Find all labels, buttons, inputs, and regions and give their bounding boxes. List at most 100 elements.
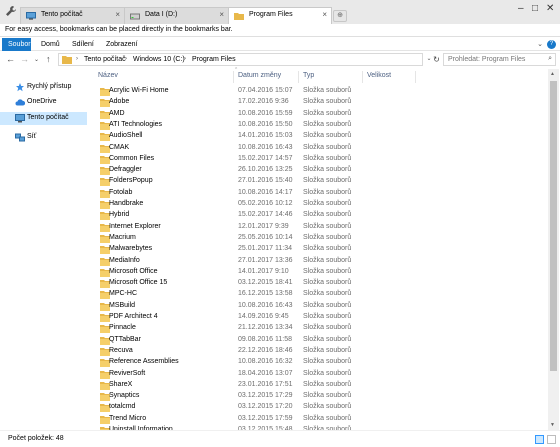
file-row[interactable]: Trend Micro 03.12.2015 17:59 Složka soubor…: [95, 414, 545, 425]
ribbon-tab-file[interactable]: Soubor: [2, 38, 31, 51]
breadcrumb-chevron-icon[interactable]: ›: [76, 56, 78, 62]
file-date: 16.12.2015 13:58: [238, 290, 293, 298]
file-row[interactable]: QTTabBar 09.08.2016 11:58 Složka souborů: [95, 335, 545, 346]
address-bar[interactable]: › Tento počítač › Windows 10 (C:) › Prog…: [58, 53, 423, 66]
file-row[interactable]: AMD 10.08.2016 15:59 Složka souborů: [95, 109, 545, 120]
chevron-down-icon[interactable]: ⌄: [537, 40, 543, 48]
recent-dropdown-icon[interactable]: ⌄: [34, 56, 39, 63]
refresh-icon[interactable]: ↻: [431, 53, 442, 66]
file-row[interactable]: ReviverSoft 18.04.2016 13:07 Složka soubor…: [95, 369, 545, 380]
close-icon[interactable]: ×: [322, 10, 327, 19]
file-type: Složka souborů: [303, 200, 352, 207]
file-row[interactable]: totalcmd 03.12.2015 17:20 Složka souborů: [95, 402, 545, 413]
file-row[interactable]: FoldersPopup 27.01.2016 15:40 Složka soubo…: [95, 176, 545, 187]
nav-item-label: Tento počítač: [27, 114, 69, 121]
column-divider[interactable]: [298, 71, 299, 83]
file-row[interactable]: AudioShell 14.01.2016 15:03 Složka souborů: [95, 131, 545, 142]
maximize-icon[interactable]: □: [532, 3, 538, 14]
file-row[interactable]: Adobe 17.02.2016 9:36 Složka souborů: [95, 97, 545, 108]
file-row[interactable]: MSBuild 10.08.2016 16:43 Složka souborů: [95, 301, 545, 312]
file-date: 26.10.2016 13:25: [238, 166, 293, 174]
search-input[interactable]: Prohledat: Program Files ⌕: [443, 53, 556, 66]
file-row[interactable]: Hybrid 15.02.2017 14:46 Složka souborů: [95, 210, 545, 221]
file-name: PDF Architect 4: [109, 313, 158, 320]
nav-item-quick-access[interactable]: Rychlý přístup: [0, 81, 87, 94]
file-row[interactable]: ShareX 23.01.2016 17:51 Složka souborů: [95, 380, 545, 391]
ribbon-tab-home[interactable]: Domů: [35, 38, 66, 51]
column-divider[interactable]: [415, 71, 416, 83]
close-icon[interactable]: ×: [115, 10, 120, 19]
tab-this-pc[interactable]: Tento počítač ×: [20, 7, 125, 24]
up-arrow-icon[interactable]: ↑: [46, 54, 51, 64]
breadcrumb-chevron-icon[interactable]: ›: [184, 56, 186, 62]
large-icons-view-icon[interactable]: [547, 435, 556, 444]
file-row[interactable]: Fotolab 10.08.2016 14:17 Složka souborů: [95, 188, 545, 199]
ribbon-tab-share[interactable]: Sdílení: [66, 38, 100, 51]
nav-item-onedrive[interactable]: OneDrive: [0, 96, 87, 109]
file-date: 15.02.2017 14:46: [238, 211, 293, 219]
forward-arrow-icon[interactable]: →: [20, 54, 29, 64]
column-header-name[interactable]: Název: [98, 72, 118, 79]
column-header-date[interactable]: Datum změny: [238, 72, 281, 79]
nav-item-label: OneDrive: [27, 98, 57, 105]
back-arrow-icon[interactable]: ←: [6, 54, 15, 64]
file-date: 14.01.2016 15:03: [238, 132, 293, 140]
file-row[interactable]: Pinnacle 21.12.2016 13:34 Složka souborů: [95, 323, 545, 334]
cloud-icon: [15, 98, 26, 107]
file-row[interactable]: PDF Architect 4 14.09.2016 9:45 Složka sou…: [95, 312, 545, 323]
file-row[interactable]: Common Files 15.02.2017 14:57 Složka soubo…: [95, 154, 545, 165]
close-window-icon[interactable]: ✕: [546, 3, 554, 14]
close-icon[interactable]: ×: [219, 10, 224, 19]
ribbon-tab-view[interactable]: Zobrazení: [100, 38, 144, 51]
navigation-pane: Rychlý přístup OneDrive Tento počítač Sí…: [0, 69, 91, 430]
minimize-icon[interactable]: –: [518, 3, 524, 14]
nav-item-this-pc[interactable]: Tento počítač: [0, 112, 87, 125]
tab-program-files[interactable]: Program Files ×: [228, 7, 332, 24]
column-divider[interactable]: [233, 71, 234, 83]
file-name: Defraggler: [109, 166, 142, 174]
file-name: Internet Explorer: [109, 222, 161, 230]
file-row[interactable]: Macrium 25.05.2016 10:14 Složka souborů: [95, 233, 545, 244]
file-type: Složka souborů: [303, 87, 352, 94]
nav-item-network[interactable]: Síť: [0, 131, 87, 144]
file-row[interactable]: Reference Assemblies 10.08.2016 16:32 Slož…: [95, 357, 545, 368]
file-name: Reference Assemblies: [109, 358, 179, 366]
file-type: Složka souborů: [303, 211, 352, 219]
scroll-down-icon[interactable]: ▼: [550, 422, 555, 428]
column-header-type[interactable]: Typ: [303, 72, 314, 79]
help-icon[interactable]: ?: [547, 40, 556, 49]
file-name: MSBuild: [109, 301, 136, 309]
wrench-icon[interactable]: [5, 5, 17, 17]
file-row[interactable]: Microsoft Office 14.01.2017 9:10 Složka so…: [95, 267, 545, 278]
file-row[interactable]: Internet Explorer 12.01.2017 9:39 Složka s…: [95, 222, 545, 233]
file-row[interactable]: Defraggler 26.10.2016 13:25 Složka souborů: [95, 165, 545, 176]
file-date: 27.01.2016 15:40: [238, 177, 293, 185]
file-row[interactable]: Acrylic Wi-Fi Home 07.04.2016 15:07 Složka…: [95, 86, 545, 97]
details-view-icon[interactable]: [535, 435, 544, 444]
file-row[interactable]: Handbrake 05.02.2016 10:12 Složka souborů: [95, 199, 545, 210]
file-row[interactable]: Recuva 22.12.2016 18:46 Složka souborů: [95, 346, 545, 357]
column-divider[interactable]: [362, 71, 363, 83]
file-row[interactable]: MediaInfo 27.01.2017 13:36 Složka souborů: [95, 256, 545, 267]
file-type: Složka souborů: [303, 222, 352, 230]
scrollbar-thumb[interactable]: [550, 81, 557, 371]
file-date: 21.12.2016 13:34: [238, 324, 293, 332]
file-name: Handbrake: [109, 200, 144, 207]
scroll-up-icon[interactable]: ▲: [550, 71, 555, 77]
file-row[interactable]: CMAK 10.08.2016 16:43 Složka souborů: [95, 143, 545, 154]
breadcrumb-this-pc[interactable]: Tento počítač: [84, 56, 126, 63]
breadcrumb-chevron-icon[interactable]: ›: [125, 56, 127, 62]
file-row[interactable]: Synaptics 03.12.2015 17:29 Složka souborů: [95, 391, 545, 402]
breadcrumb-drive-c[interactable]: Windows 10 (C:): [133, 56, 185, 63]
file-type: Složka souborů: [303, 369, 352, 377]
column-header-size[interactable]: Velikost: [367, 72, 391, 79]
file-row[interactable]: MPC-HC 16.12.2015 13:58 Složka souborů: [95, 289, 545, 300]
new-tab-button[interactable]: ⊕: [333, 10, 347, 22]
tab-data-drive[interactable]: Data I (D:) ×: [124, 7, 229, 24]
file-row[interactable]: Malwarebytes 25.01.2017 11:34 Složka soubo…: [95, 244, 545, 255]
file-type: Složka souborů: [303, 414, 352, 422]
file-row[interactable]: ATI Technologies 10.08.2016 15:50 Složka s…: [95, 120, 545, 131]
vertical-scrollbar[interactable]: ▲ ▼: [548, 69, 559, 430]
file-row[interactable]: Microsoft Office 15 03.12.2015 18:41 Složk…: [95, 278, 545, 289]
breadcrumb-program-files[interactable]: Program Files: [192, 56, 236, 63]
